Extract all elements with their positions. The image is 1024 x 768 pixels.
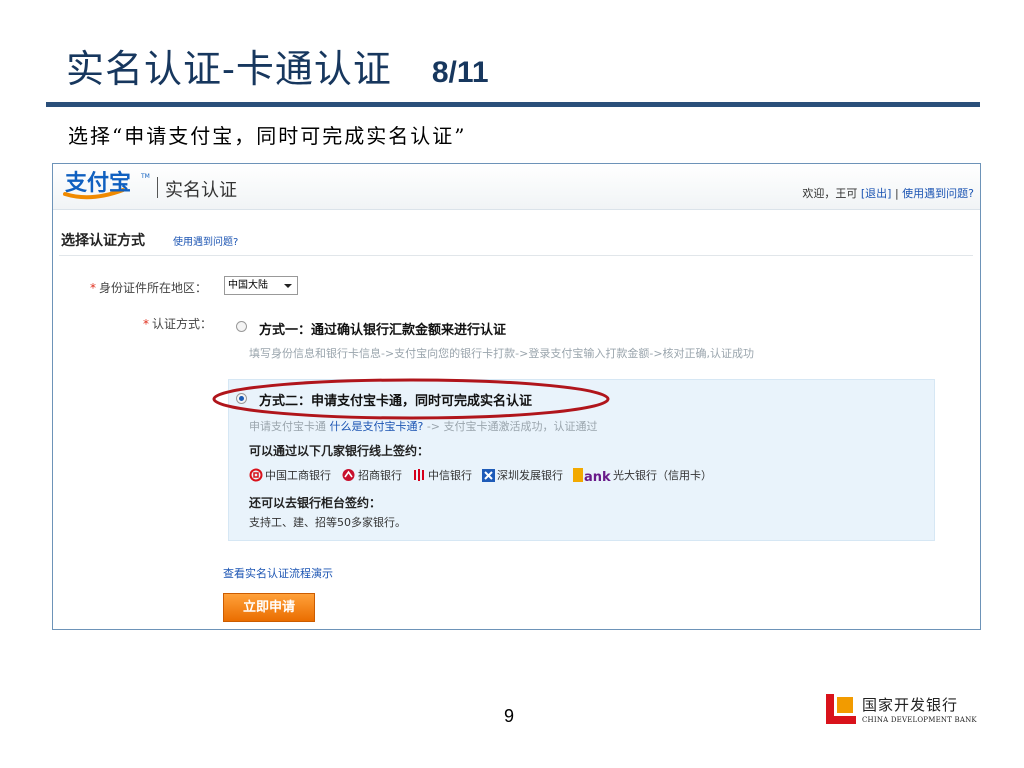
ceb-icon: ank: [573, 468, 611, 483]
bank-ceb: ank 光大银行（信用卡）: [573, 467, 712, 483]
counter-banks-description: 支持工、建、招等50多家银行。: [249, 516, 406, 529]
bank-sdb: 深圳发展银行: [482, 467, 563, 483]
header-divider: [157, 177, 158, 198]
slide-subtitle: 选择“申请支付宝，同时可完成实名认证”: [68, 124, 467, 148]
online-banks-heading: 可以通过以下几家银行线上签约：: [249, 444, 430, 458]
region-select[interactable]: 中国大陆: [224, 276, 298, 295]
svg-text:TM: TM: [140, 173, 150, 180]
region-label-text: 身份证件所在地区：: [99, 281, 208, 295]
bank-citic: 中信银行: [412, 467, 472, 483]
option1-description: 填写身份信息和银行卡信息->支付宝向您的银行卡打款->登录支付宝输入打款金额->…: [249, 347, 755, 360]
bank-cmb: 招商银行: [341, 467, 402, 483]
ceb-logo-text: ank: [584, 470, 611, 483]
bank-name: 光大银行（信用卡）: [613, 469, 712, 482]
option2-status-suffix: -> 支付宝卡通激活成功，认证通过: [423, 420, 598, 433]
logo-text: 支付宝: [65, 170, 131, 196]
option1-radio[interactable]: [236, 321, 247, 332]
app-header: 支付宝 TM 实名认证 欢迎，王可 [退出] | 使用遇到问题?: [53, 164, 980, 210]
page-number: 9: [504, 706, 515, 726]
cmb-icon: [342, 469, 355, 481]
required-mark: *: [90, 281, 96, 295]
section-divider: [59, 255, 973, 256]
highlight-ellipse: [212, 378, 610, 420]
title-divider: [46, 102, 980, 107]
cdb-name-cn: 国家开发银行: [862, 696, 959, 714]
welcome-text: 欢迎，王可: [802, 187, 861, 200]
option2-status-prefix: 申请支付宝卡通: [249, 420, 330, 433]
sdb-icon: [482, 468, 495, 482]
citic-icon: [414, 469, 424, 481]
option1-title[interactable]: 方式一：通过确认银行汇款金额来进行认证: [259, 319, 506, 338]
chevron-down-icon: [284, 284, 292, 288]
user-links: 欢迎，王可 [退出] | 使用遇到问题?: [802, 185, 974, 201]
slide-title: 实名认证-卡通认证 8/11: [66, 38, 489, 91]
method-label: * 认证方式：: [143, 315, 212, 332]
method-label-text: 认证方式：: [152, 317, 213, 331]
link-separator: |: [891, 187, 903, 200]
counter-banks-heading: 还可以去银行柜台签约：: [249, 496, 382, 510]
section-title: 选择认证方式: [61, 233, 145, 249]
section-help-link[interactable]: 使用遇到问题?: [173, 233, 238, 248]
cdb-name-en: CHINA DEVELOPMENT BANK: [862, 716, 977, 724]
slide-step-counter: 8/11: [431, 56, 489, 89]
bank-name: 中信银行: [428, 469, 472, 482]
bank-name: 深圳发展银行: [497, 469, 563, 482]
alipay-logo-icon[interactable]: 支付宝 TM: [61, 168, 153, 204]
region-select-value: 中国大陆: [228, 280, 268, 291]
what-is-card-link[interactable]: 什么是支付宝卡通?: [330, 420, 424, 433]
icbc-icon: [249, 468, 263, 482]
bank-list: 中国工商银行 招商银行 中信银行 深圳发展银行 ank 光大银行（信用卡）: [249, 466, 722, 484]
bank-icbc: 中国工商银行: [249, 467, 331, 483]
required-mark: *: [143, 317, 149, 331]
help-link[interactable]: 使用遇到问题?: [902, 187, 974, 200]
flow-demo-link[interactable]: 查看实名认证流程演示: [223, 565, 333, 581]
slide-title-text: 实名认证-卡通认证: [66, 47, 392, 91]
bank-name: 招商银行: [358, 469, 402, 482]
cdb-logo-icon: [826, 694, 856, 724]
apply-now-button[interactable]: 立即申请: [223, 593, 315, 622]
bank-name: 中国工商银行: [265, 469, 331, 482]
region-label: * 身份证件所在地区：: [90, 279, 207, 296]
app-section-name: 实名认证: [165, 180, 237, 201]
logout-link[interactable]: [退出]: [861, 187, 892, 200]
